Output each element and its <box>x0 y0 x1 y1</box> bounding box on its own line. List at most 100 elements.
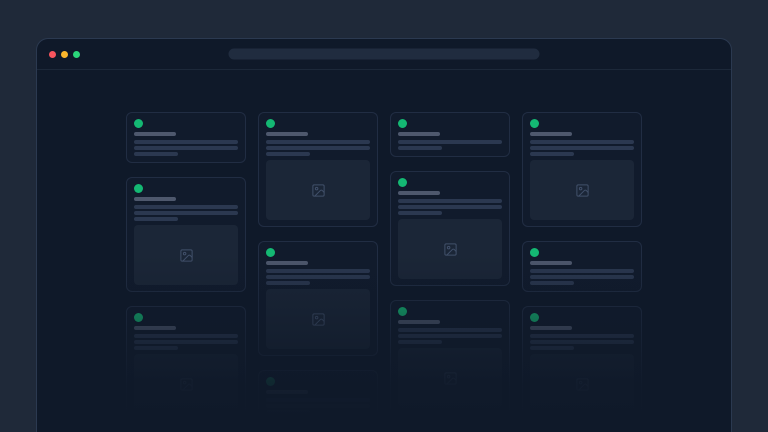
image-icon <box>179 248 194 263</box>
skeleton-line <box>134 146 238 150</box>
page-background <box>0 0 768 432</box>
skeleton-line <box>530 334 634 338</box>
skeleton-line <box>398 334 502 338</box>
image-icon <box>575 183 590 198</box>
skeleton-line-short <box>398 340 442 344</box>
image-placeholder <box>398 219 502 279</box>
status-dot <box>266 119 275 128</box>
skeleton-title <box>266 261 308 265</box>
browser-window <box>36 38 732 432</box>
post-card[interactable] <box>126 306 246 421</box>
skeleton-line <box>266 398 370 402</box>
skeleton-title <box>134 326 176 330</box>
feed-column-4 <box>522 112 642 432</box>
post-card[interactable] <box>258 112 378 227</box>
skeleton-line-short <box>530 152 574 156</box>
zoom-window-button[interactable] <box>73 51 80 58</box>
status-dot <box>266 248 275 257</box>
image-icon <box>443 242 458 257</box>
skeleton-line-short <box>134 346 178 350</box>
image-icon <box>179 377 194 392</box>
image-icon <box>575 377 590 392</box>
skeleton-title <box>398 132 440 136</box>
skeleton-line <box>134 205 238 209</box>
post-card[interactable] <box>258 241 378 356</box>
status-dot <box>530 248 539 257</box>
status-dot <box>398 307 407 316</box>
skeleton-line <box>134 211 238 215</box>
status-dot <box>530 313 539 322</box>
image-placeholder <box>530 160 634 220</box>
image-placeholder <box>134 225 238 285</box>
skeleton-line <box>266 140 370 144</box>
skeleton-title <box>134 132 176 136</box>
skeleton-line <box>134 340 238 344</box>
skeleton-line-short <box>134 217 178 221</box>
image-placeholder <box>266 418 370 432</box>
image-placeholder <box>266 160 370 220</box>
minimize-window-button[interactable] <box>61 51 68 58</box>
status-dot <box>398 178 407 187</box>
feed-column-2 <box>258 112 378 432</box>
skeleton-title <box>134 197 176 201</box>
skeleton-line-short <box>266 410 310 414</box>
browser-titlebar <box>37 39 731 70</box>
feed-column-3 <box>390 112 510 432</box>
skeleton-line <box>134 140 238 144</box>
skeleton-title <box>530 261 572 265</box>
skeleton-line-short <box>530 281 574 285</box>
post-card[interactable] <box>390 112 510 157</box>
image-icon <box>443 371 458 386</box>
skeleton-line-short <box>266 281 310 285</box>
skeleton-line <box>134 334 238 338</box>
image-icon <box>311 183 326 198</box>
skeleton-title <box>266 390 308 394</box>
url-bar[interactable] <box>229 49 540 60</box>
skeleton-line-short <box>266 152 310 156</box>
skeleton-line-short <box>530 346 574 350</box>
window-controls <box>49 51 80 58</box>
skeleton-title <box>266 132 308 136</box>
skeleton-title <box>530 326 572 330</box>
skeleton-line <box>398 140 502 144</box>
image-placeholder <box>134 354 238 414</box>
skeleton-line <box>398 199 502 203</box>
feed-grid <box>37 70 731 432</box>
skeleton-line <box>266 275 370 279</box>
image-placeholder <box>398 348 502 408</box>
skeleton-title <box>398 191 440 195</box>
skeleton-title <box>398 320 440 324</box>
status-dot <box>266 377 275 386</box>
post-card[interactable] <box>522 241 642 292</box>
feed-column-1 <box>126 112 246 432</box>
close-window-button[interactable] <box>49 51 56 58</box>
post-card[interactable] <box>126 177 246 292</box>
skeleton-line <box>398 205 502 209</box>
post-card[interactable] <box>522 306 642 421</box>
post-card[interactable] <box>126 112 246 163</box>
skeleton-line-short <box>398 146 442 150</box>
skeleton-line <box>530 275 634 279</box>
post-card[interactable] <box>390 171 510 286</box>
skeleton-line-short <box>134 152 178 156</box>
status-dot <box>134 313 143 322</box>
status-dot <box>134 184 143 193</box>
post-card[interactable] <box>390 300 510 415</box>
image-placeholder <box>266 289 370 349</box>
status-dot <box>398 119 407 128</box>
skeleton-line <box>530 269 634 273</box>
image-placeholder <box>530 354 634 414</box>
skeleton-line-short <box>398 211 442 215</box>
skeleton-title <box>530 132 572 136</box>
skeleton-line <box>266 146 370 150</box>
skeleton-line <box>266 269 370 273</box>
post-card[interactable] <box>522 112 642 227</box>
image-icon <box>311 312 326 327</box>
skeleton-line <box>266 404 370 408</box>
skeleton-line <box>530 146 634 150</box>
status-dot <box>530 119 539 128</box>
skeleton-line <box>398 328 502 332</box>
skeleton-line <box>530 140 634 144</box>
status-dot <box>134 119 143 128</box>
post-card[interactable] <box>258 370 378 432</box>
